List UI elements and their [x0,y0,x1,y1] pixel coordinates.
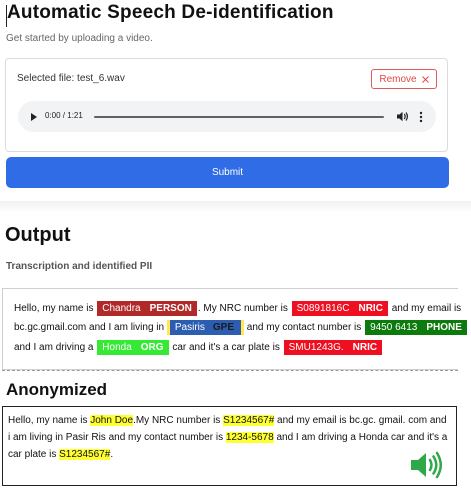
more-options-icon[interactable] [419,111,423,123]
x-icon [421,75,429,83]
output-heading: Output [5,224,71,246]
masked-value: S1234567# [59,449,111,460]
section-divider [0,201,471,213]
anonymized-line: car plate is S1234567#. [8,449,114,460]
page-title: Automatic Speech De-identification [7,2,334,23]
selected-file-label: Selected file: test_6.wav [17,73,125,84]
speaker-icon[interactable] [409,450,443,480]
audio-progress-track[interactable] [94,116,384,118]
entity-gpe: Pasiris GPE [166,320,244,335]
masked-value: 1234-5678 [225,432,274,443]
remove-file-button[interactable]: Remove [371,69,437,89]
submit-button[interactable]: Submit [6,157,449,188]
entity-phone: 9450 6413 PHONE [365,320,467,335]
transcription-line: Hello, my name is Chandra PERSON. My NRC … [14,301,462,316]
entity-org: Honda ORG [97,340,169,355]
play-icon[interactable] [31,113,37,121]
remove-label: Remove [379,73,417,85]
entity-person: Chandra PERSON [97,301,197,316]
masked-value: S1234567# [223,415,275,426]
anonymized-line: i am living in Pasir Ris and my contact … [8,432,448,443]
anonymized-line: Hello, my name is John Doe.My NRC number… [8,415,447,426]
transcription-line: and I am driving a Honda ORG car and it's… [14,340,383,355]
transcription-line: bc.gc.gmail.com and I am living in Pasir… [14,320,468,335]
page-subtitle: Get started by uploading a video. [6,33,153,44]
entity-nric: S0891816C NRIC [291,301,388,316]
masked-value: John Doe [90,415,134,426]
volume-icon[interactable] [397,111,409,122]
transcription-box-bottom [2,370,458,371]
anonymized-heading: Anonymized [6,380,108,399]
audio-time: 0:00 / 1:21 [45,111,83,120]
transcription-label: Transcription and identified PII [6,261,153,272]
entity-nric: SMU1243G. NRIC [283,340,383,355]
